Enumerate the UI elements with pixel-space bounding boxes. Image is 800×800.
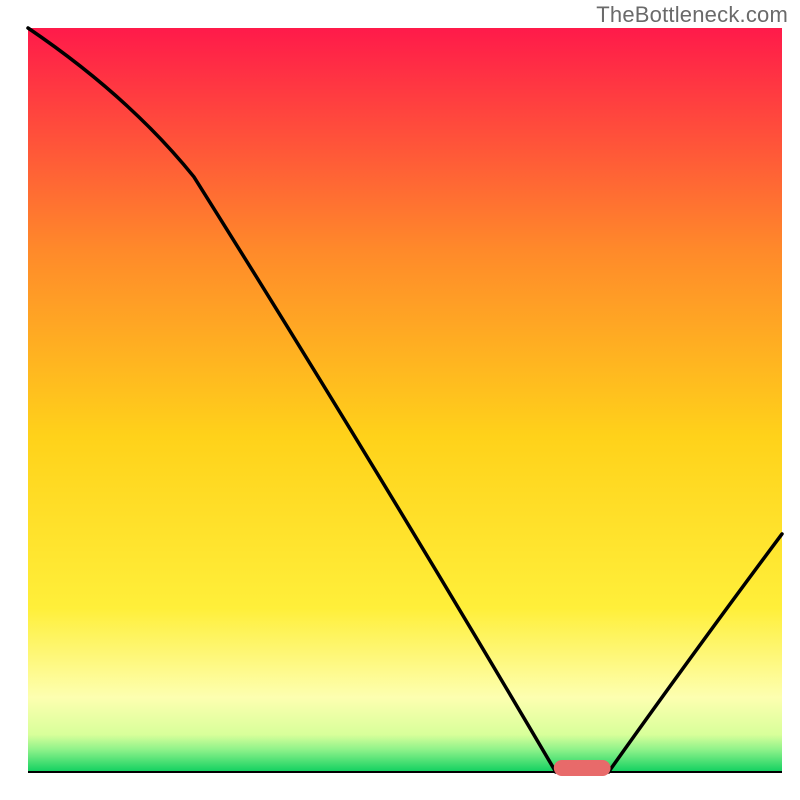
plot-background bbox=[28, 28, 782, 772]
bottleneck-chart bbox=[0, 0, 800, 800]
attribution-text: TheBottleneck.com bbox=[596, 2, 788, 28]
optimal-marker bbox=[554, 760, 611, 776]
